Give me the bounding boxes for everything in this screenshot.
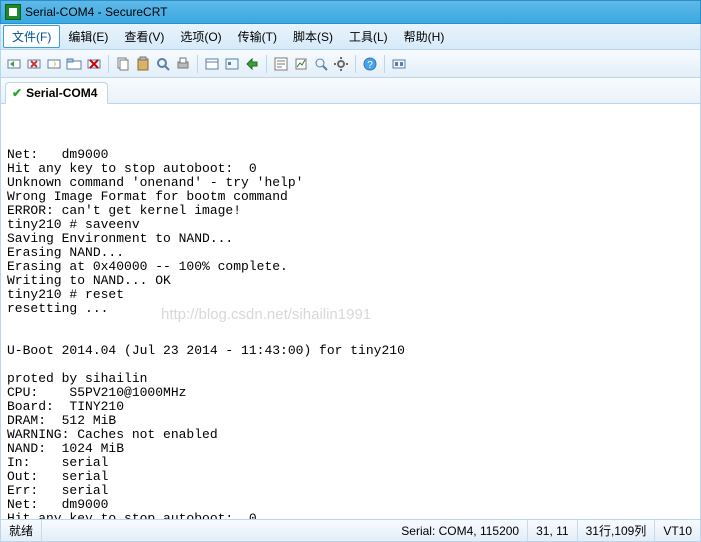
quick-connect-icon[interactable] [45, 55, 63, 73]
svg-text:?: ? [367, 60, 373, 71]
zoom-icon[interactable] [312, 55, 330, 73]
connect-in-tab-icon[interactable] [65, 55, 83, 73]
tab-serial-com4[interactable]: ✔ Serial-COM4 [5, 82, 108, 104]
disconnect-icon[interactable] [25, 55, 43, 73]
sftp-icon[interactable] [243, 55, 261, 73]
status-bar: 就绪 Serial: COM4, 115200 31, 11 31行,109列 … [0, 520, 701, 542]
toolbar-separator [266, 55, 267, 73]
terminal-lines: Net: dm9000 Hit any key to stop autoboot… [7, 148, 694, 520]
menu-edit[interactable]: 编辑(E) [60, 26, 116, 47]
tab-strip: ✔ Serial-COM4 [0, 78, 701, 104]
settings-icon[interactable] [332, 55, 350, 73]
window-title: Serial-COM4 - SecureCRT [25, 5, 167, 19]
print-icon[interactable] [174, 55, 192, 73]
help-icon[interactable]: ? [361, 55, 379, 73]
menu-tools[interactable]: 工具(L) [341, 26, 396, 47]
connected-check-icon: ✔ [12, 86, 22, 100]
menu-options[interactable]: 选项(O) [172, 26, 229, 47]
toolbar-separator [355, 55, 356, 73]
toolbar-separator [197, 55, 198, 73]
tab-label: Serial-COM4 [26, 86, 97, 100]
delete-session-icon[interactable] [85, 55, 103, 73]
toolbar-separator [384, 55, 385, 73]
status-emulation: VT10 [655, 520, 700, 541]
toolbar-separator [108, 55, 109, 73]
menu-script[interactable]: 脚本(S) [285, 26, 341, 47]
menu-bar: 文件(F) 编辑(E) 查看(V) 选项(O) 传输(T) 脚本(S) 工具(L… [0, 24, 701, 50]
status-size: 31行,109列 [578, 520, 656, 541]
menu-transfer[interactable]: 传输(T) [230, 26, 285, 47]
session-options-icon[interactable] [203, 55, 221, 73]
app-icon [5, 4, 21, 20]
trace-icon[interactable] [292, 55, 310, 73]
status-cursor-pos: 31, 11 [528, 520, 577, 541]
menu-file[interactable]: 文件(F) [3, 25, 60, 48]
reconnect-icon[interactable] [5, 55, 23, 73]
find-icon[interactable] [154, 55, 172, 73]
menu-view[interactable]: 查看(V) [116, 26, 172, 47]
paste-icon[interactable] [134, 55, 152, 73]
global-options-icon[interactable] [223, 55, 241, 73]
copy-icon[interactable] [114, 55, 132, 73]
menu-help[interactable]: 帮助(H) [396, 26, 453, 47]
keyword-hl-icon[interactable] [272, 55, 290, 73]
toolbar: ? [0, 50, 701, 78]
status-connection: Serial: COM4, 115200 [393, 520, 528, 541]
terminal-output[interactable]: http://blog.csdn.net/sihailin1991 Net: d… [0, 104, 701, 520]
status-ready: 就绪 [1, 520, 42, 541]
title-bar: Serial-COM4 - SecureCRT [0, 0, 701, 24]
button-bar-icon[interactable] [390, 55, 408, 73]
